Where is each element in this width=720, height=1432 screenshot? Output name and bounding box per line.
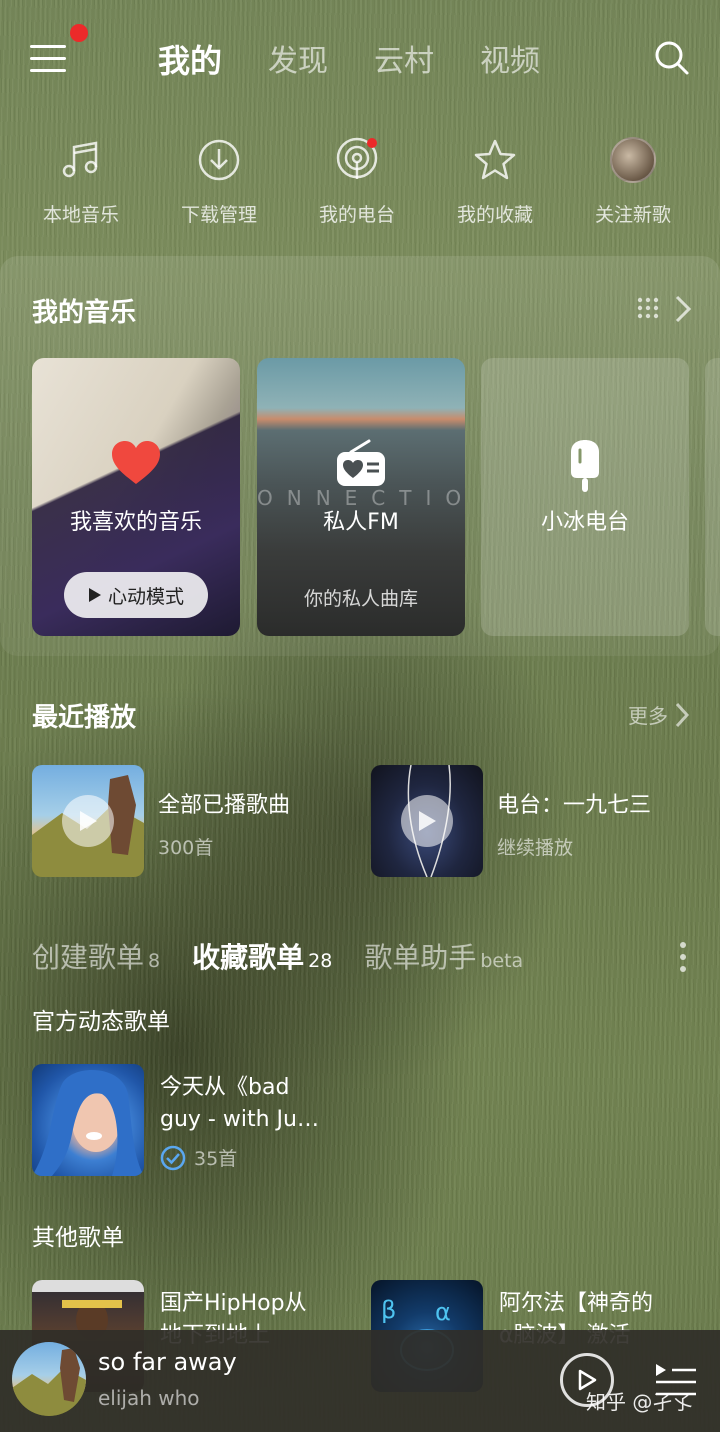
shortcut-label: 我的电台 <box>318 204 395 226</box>
playlist-cover <box>32 1064 144 1176</box>
card-subtitle: 你的私人曲库 <box>303 588 418 610</box>
more-label: 更多 <box>628 704 668 728</box>
music-note-icon <box>55 134 107 186</box>
tab-mine[interactable]: 我的 <box>158 36 222 82</box>
shortcut-local-music[interactable]: 本地音乐 <box>12 134 150 227</box>
shortcut-favorites[interactable]: 我的收藏 <box>426 134 564 227</box>
play-icon <box>88 588 101 602</box>
popsicle-icon <box>571 440 599 492</box>
recent-radio[interactable]: 电台：一九七三 继续播放 <box>371 765 651 877</box>
chevron-right-icon <box>675 702 690 727</box>
other-heading: 其他歌单 <box>32 1225 124 1251</box>
svg-text:α: α <box>435 1298 451 1326</box>
download-icon <box>193 134 245 186</box>
mini-player[interactable]: so far away elijah who <box>0 1330 720 1432</box>
playlist-count: 35首 <box>194 1148 238 1170</box>
grid-dots-icon[interactable] <box>636 296 660 324</box>
watermark: 知乎 @孑孓 <box>586 1390 693 1414</box>
card-next-peek[interactable] <box>705 358 720 636</box>
recent-item-title: 电台：一九七三 <box>497 793 652 818</box>
shortcut-label: 关注新歌 <box>594 204 671 226</box>
tab-count: 8 <box>148 950 161 972</box>
menu-icon[interactable] <box>30 42 68 74</box>
more-button[interactable]: 更多 <box>628 700 690 729</box>
playlist-title-line: 阿尔法【神奇的 <box>499 1291 654 1316</box>
card-title: 私人FM <box>323 510 399 535</box>
shortcut-downloads[interactable]: 下载管理 <box>150 134 288 227</box>
playlist-title-line: guy - with Ju… <box>160 1107 319 1132</box>
tab-video[interactable]: 视频 <box>480 36 540 82</box>
shortcut-label: 本地音乐 <box>42 204 119 226</box>
playlist-item[interactable]: 今天从《bad guy - with Ju… 35首 <box>32 1064 350 1176</box>
radio-icon <box>337 439 385 486</box>
play-icon[interactable] <box>62 795 114 847</box>
tab-playlist-assistant[interactable]: 歌单助手 beta <box>364 936 523 976</box>
svg-text:β: β <box>381 1296 396 1324</box>
main-tabs: 我的 发现 云村 视频 <box>158 36 540 82</box>
tab-label: 收藏歌单 <box>192 941 305 974</box>
tab-label: 创建歌单 <box>32 941 145 974</box>
now-playing-artist: elijah who <box>98 1386 200 1410</box>
heart-icon <box>112 441 160 484</box>
recent-item-subtitle: 300首 <box>158 837 214 859</box>
recent-all-played[interactable]: 全部已播歌曲 300首 <box>32 765 290 877</box>
now-playing-cover[interactable] <box>12 1342 86 1416</box>
heartbeat-mode-label: 心动模式 <box>107 585 184 608</box>
shortcut-row: 本地音乐 下载管理 我的电台 我的收藏 关注新歌 <box>12 134 712 227</box>
card-liked-music[interactable]: 我喜欢的音乐 心动模式 <box>32 358 240 636</box>
podcast-icon <box>331 134 383 186</box>
card-title: 我喜欢的音乐 <box>69 510 202 535</box>
official-heading: 官方动态歌单 <box>32 1009 170 1035</box>
now-playing-title: so far away <box>98 1348 237 1376</box>
radio-notification-dot <box>367 138 377 148</box>
playlist-title-line: 国产HipHop从 <box>160 1291 307 1316</box>
search-icon[interactable] <box>654 40 690 76</box>
tab-count: beta <box>480 950 524 972</box>
album-cover <box>32 765 144 877</box>
tab-collected-playlists[interactable]: 收藏歌单 28 <box>192 936 332 976</box>
chevron-right-icon[interactable] <box>674 294 692 328</box>
playlist-title-line: 今天从《bad <box>160 1075 290 1100</box>
tab-discover[interactable]: 发现 <box>268 36 328 82</box>
card-title: 小冰电台 <box>540 510 629 535</box>
notification-dot <box>70 24 88 42</box>
avatar <box>610 137 656 183</box>
shortcut-follow-new-songs[interactable]: 关注新歌 <box>564 134 702 227</box>
more-vertical-icon[interactable] <box>680 942 686 972</box>
check-circle-icon <box>160 1145 186 1170</box>
tab-count: 28 <box>308 950 333 972</box>
playlist-title: 今天从《bad guy - with Ju… <box>160 1072 350 1136</box>
heartbeat-mode-button[interactable]: 心动模式 <box>64 572 208 618</box>
tab-created-playlists[interactable]: 创建歌单 8 <box>32 936 160 976</box>
recent-title: 最近播放 <box>32 703 137 733</box>
radio-cover <box>371 765 483 877</box>
play-icon[interactable] <box>401 795 453 847</box>
star-icon <box>469 134 521 186</box>
tab-label: 歌单助手 <box>364 941 477 974</box>
recent-item-subtitle: 继续播放 <box>497 837 574 859</box>
my-music-title: 我的音乐 <box>32 298 137 328</box>
shortcut-label: 我的收藏 <box>456 204 533 226</box>
card-private-fm[interactable]: ONNECTIO 私人FM 你的私人曲库 <box>257 358 465 636</box>
card-xiaoice-radio[interactable]: 小冰电台 <box>481 358 689 636</box>
top-nav: 我的 发现 云村 视频 <box>0 0 720 112</box>
playlist-tabs: 创建歌单 8 收藏歌单 28 歌单助手 beta <box>32 936 523 976</box>
shortcut-my-radio[interactable]: 我的电台 <box>288 134 426 227</box>
recent-item-title: 全部已播歌曲 <box>158 793 291 818</box>
tab-village[interactable]: 云村 <box>374 36 434 82</box>
shortcut-label: 下载管理 <box>180 204 257 226</box>
